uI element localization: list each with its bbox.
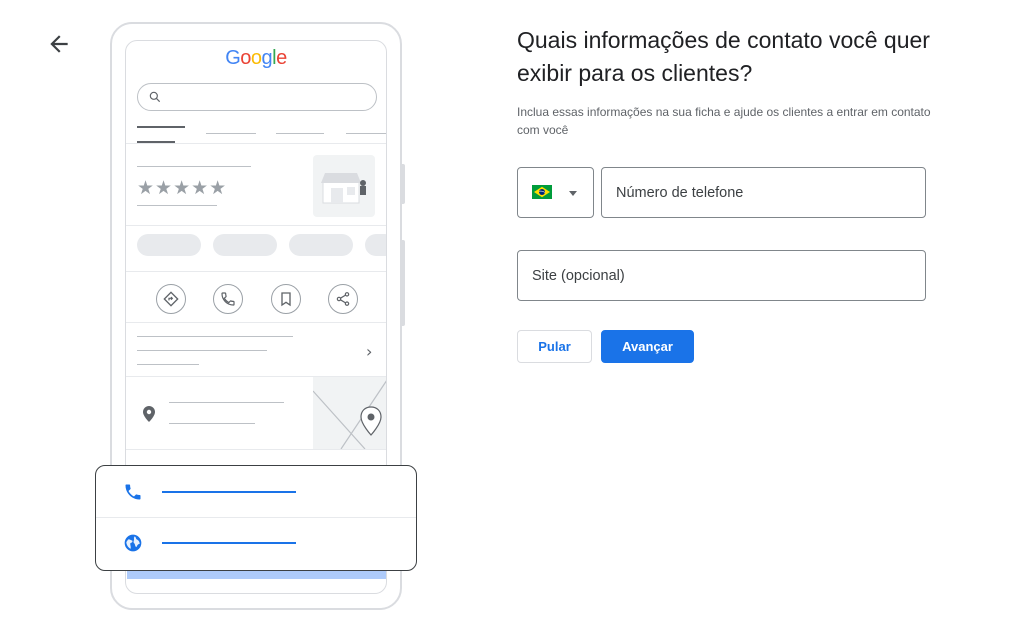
phone-number-input[interactable] — [601, 167, 926, 218]
chevron-right-icon: › — [366, 342, 373, 361]
card-divider — [96, 517, 416, 518]
page-title: Quais informações de contato você quer e… — [517, 27, 930, 86]
mock-chip — [365, 234, 386, 256]
rating-stars: ★★★★★ — [137, 177, 228, 199]
back-button[interactable] — [46, 31, 72, 57]
bookmark-icon — [281, 292, 291, 307]
skip-button[interactable]: Pular — [517, 330, 592, 363]
page-description: Inclua essas informações na sua ficha e … — [517, 105, 931, 137]
phone-icon — [221, 292, 235, 306]
phone-side-button — [400, 164, 405, 204]
mock-text-line — [169, 402, 284, 403]
mock-text-line — [137, 336, 293, 337]
directions-icon — [163, 291, 179, 307]
storefront-icon — [321, 173, 366, 204]
chevron-down-icon — [569, 191, 577, 196]
mock-tab-active — [137, 126, 185, 128]
storefront-image — [313, 155, 375, 217]
mock-tab — [276, 133, 324, 134]
mock-divider — [126, 271, 386, 272]
google-logo-letter: o — [250, 47, 262, 69]
mock-text-line — [137, 350, 267, 351]
brazil-flag-icon — [532, 185, 552, 199]
mock-divider — [126, 143, 386, 144]
mock-text-line — [137, 166, 251, 167]
contact-preview-card — [95, 465, 417, 571]
mock-directions-action — [156, 284, 186, 314]
mock-divider — [126, 322, 386, 323]
google-logo-letter: G — [225, 47, 241, 69]
website-input[interactable] — [517, 250, 926, 301]
mock-chip — [289, 234, 353, 256]
mock-chip — [137, 234, 201, 256]
mock-tab — [206, 133, 256, 134]
phone-side-button — [400, 240, 405, 326]
google-logo-letter: o — [240, 47, 251, 69]
globe-icon — [124, 534, 142, 552]
google-logo: Google — [126, 47, 386, 70]
mock-chip — [213, 234, 277, 256]
mock-search-bar — [137, 83, 377, 111]
mock-divider — [126, 449, 386, 450]
mock-share-action — [328, 284, 358, 314]
country-code-select[interactable] — [517, 167, 594, 218]
share-icon — [336, 292, 350, 306]
mock-tab — [346, 133, 386, 134]
mock-text-line — [137, 364, 199, 365]
mock-text-line — [169, 423, 255, 424]
mock-call-action — [213, 284, 243, 314]
mock-text-line — [137, 205, 217, 206]
map-icon — [313, 380, 386, 449]
mock-save-action — [271, 284, 301, 314]
phone-icon — [125, 484, 141, 500]
arrow-back-icon — [50, 35, 68, 53]
google-logo-letter: g — [261, 47, 273, 69]
google-logo-letter: e — [276, 47, 287, 69]
contact-phone-line — [162, 491, 296, 493]
mock-divider — [126, 225, 386, 226]
next-button[interactable]: Avançar — [601, 330, 694, 363]
location-pin-icon — [143, 406, 155, 422]
contact-website-line — [162, 542, 296, 544]
map-thumbnail — [313, 377, 386, 449]
search-icon — [149, 91, 161, 103]
